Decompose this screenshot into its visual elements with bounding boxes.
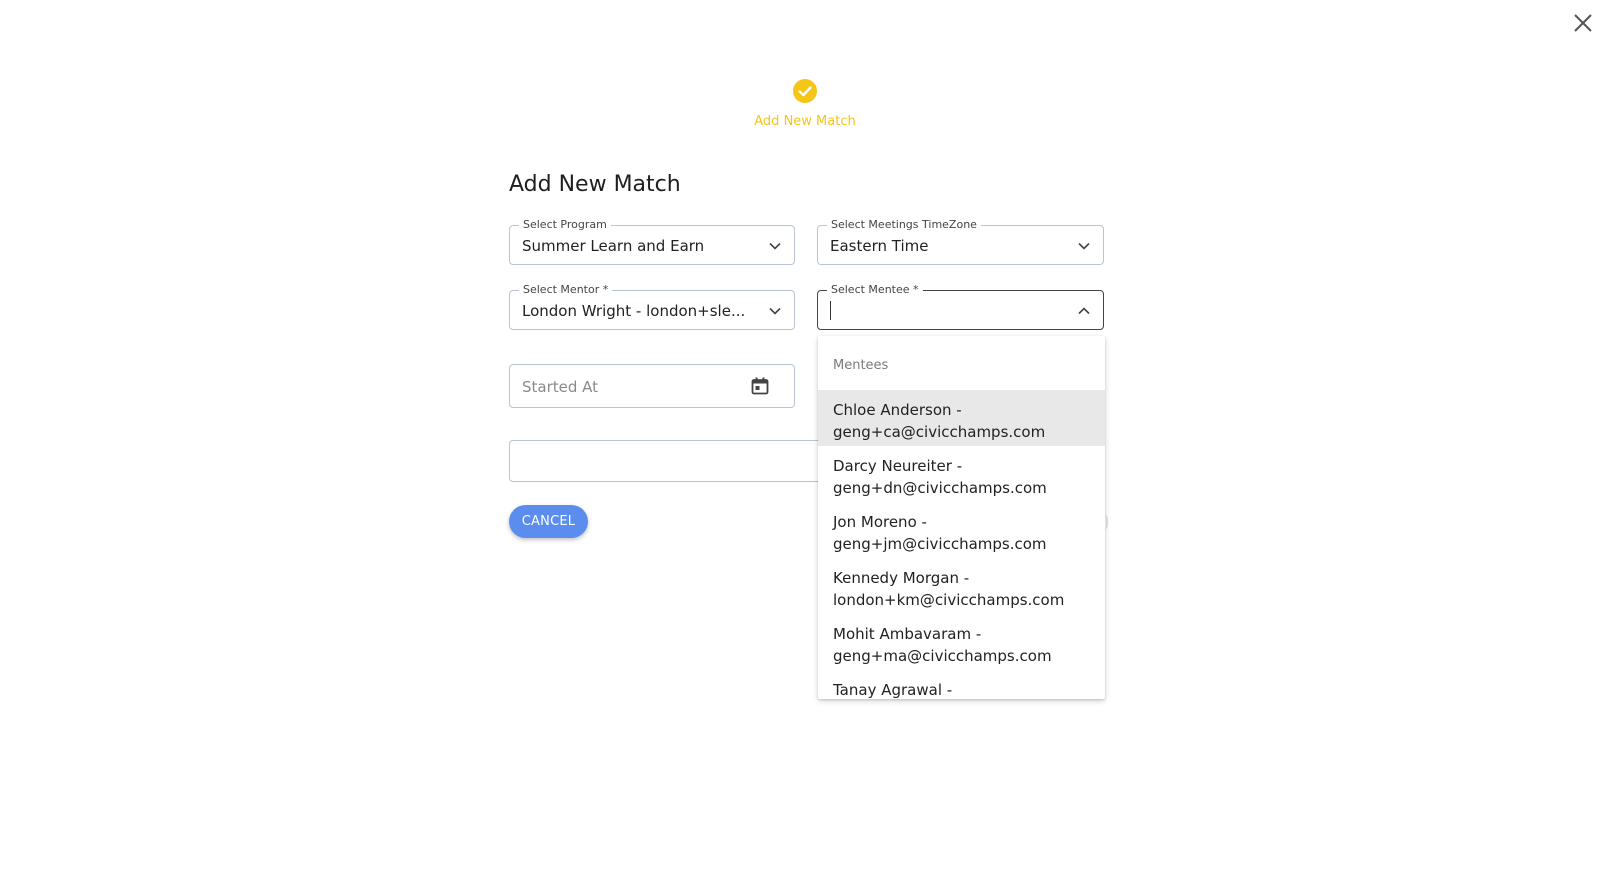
mentee-option-name: Darcy Neureiter - [833,457,963,475]
program-legend: Select Program [519,218,611,231]
mentee-dropdown[interactable]: Mentees Chloe Anderson - geng+ca@civicch… [818,336,1105,699]
mentee-option[interactable]: Darcy Neureiter - geng+dn@civicchamps.co… [818,446,1105,502]
chevron-down-icon [769,307,781,315]
mentee-option-name: Jon Moreno - [833,513,927,531]
mentee-option[interactable]: Chloe Anderson - geng+ca@civicchamps.com [818,390,1105,446]
close-icon [1574,14,1592,32]
program-select[interactable]: Select Program Summer Learn and Earn [509,218,795,265]
mentee-option[interactable]: Mohit Ambavaram - geng+ma@civicchamps.co… [818,614,1105,670]
chevron-up-icon [1078,307,1090,315]
dropdown-group-header: Mentees [833,358,889,373]
chevron-down-icon [769,242,781,250]
mentee-option-email: geng+ca@civicchamps.com [833,423,1046,441]
mentee-option-email: geng+dn@civicchamps.com [833,479,1047,497]
calendar-icon[interactable] [750,376,770,396]
step-label: Add New Match [754,114,856,129]
mentee-option-email: london+km@civicchamps.com [833,591,1065,609]
mentee-option-email: geng+jm@civicchamps.com [833,535,1047,553]
timezone-select[interactable]: Select Meetings TimeZone Eastern Time [817,218,1104,265]
mentee-option[interactable]: Kennedy Morgan - london+km@civicchamps.c… [818,558,1105,614]
add-match-page: Add New Match Add New Match Select Progr… [0,0,1600,890]
started-at-field[interactable]: Started At [509,364,795,408]
timezone-legend: Select Meetings TimeZone [827,218,981,231]
text-caret [830,301,831,320]
mentor-select[interactable]: Select Mentor * London Wright - london+s… [509,283,795,330]
mentee-option-name: Chloe Anderson - [833,401,962,419]
mentee-option[interactable]: Jon Moreno - geng+jm@civicchamps.com [818,502,1105,558]
mentee-legend: Select Mentee * [827,283,923,296]
mentee-option-name: Kennedy Morgan - [833,569,970,587]
chevron-down-icon [1078,242,1090,250]
check-circle-icon [793,79,817,103]
mentee-select[interactable]: Select Mentee * [817,283,1104,330]
close-button[interactable] [1568,8,1598,38]
mentee-option[interactable]: Tanay Agrawal - [818,670,1105,699]
cancel-button[interactable]: CANCEL [509,505,588,538]
mentor-legend: Select Mentor * [519,283,613,296]
stepper: Add New Match [720,78,890,129]
mentee-option-email: geng+ma@civicchamps.com [833,647,1052,665]
form-title: Add New Match [509,172,681,197]
mentee-option-name: Tanay Agrawal - [833,681,953,699]
started-at-placeholder: Started At [522,378,599,396]
mentor-value: London Wright - london+sle... [522,302,746,320]
timezone-value: Eastern Time [830,237,929,255]
mentee-option-name: Mohit Ambavaram - [833,625,982,643]
program-value: Summer Learn and Earn [522,237,705,255]
